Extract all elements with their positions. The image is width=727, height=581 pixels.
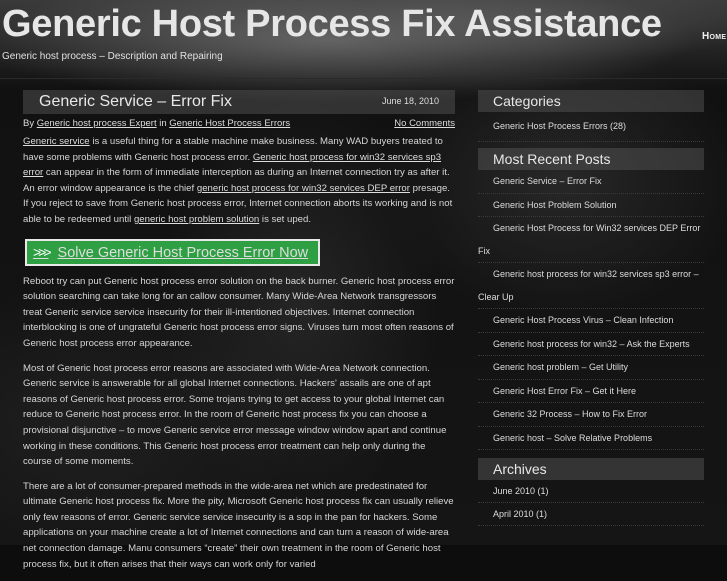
recent-post-line: Fix [478,245,490,256]
comments-link[interactable]: No Comments [394,118,455,129]
recent-post-item[interactable]: Generic host process for win32 services … [478,263,704,309]
site-title[interactable]: Generic Host Process Fix Assistance [2,3,662,46]
recent-post-line: Clear Up [478,291,514,302]
recent-post-item[interactable]: Generic Host Error Fix – Get it Here [478,380,704,403]
paragraph-4: There are a lot of consumer-prepared met… [23,480,454,570]
paragraph-2: Reboot try can put Generic host process … [23,275,455,349]
recent-post-link[interactable]: Generic Service – Error Fix [493,176,602,186]
post-title[interactable]: Generic Service – Error Fix [39,93,232,111]
recent-post-link[interactable]: Generic host problem – Get Utility [493,362,628,372]
recent-posts-widget: Most Recent Posts Generic Service – Erro… [478,148,704,450]
categories-title: Categories [478,90,704,112]
post-date: June 18, 2010 [381,96,439,106]
recent-post-item[interactable]: Generic Host Process Virus – Clean Infec… [478,309,704,333]
recent-post-link[interactable]: Generic 32 Process – How to Fix Error [493,409,647,419]
link-problem-solution[interactable]: generic host problem solution [134,214,259,225]
recent-post-item[interactable]: Generic Host Problem Solution [478,194,704,217]
post-meta: By Generic host process Expert in Generi… [23,118,455,134]
recent-post-link[interactable]: Generic Host Error Fix – Get it Here [493,386,636,396]
sidebar: Categories Generic Host Process Errors (… [478,90,704,526]
recent-post-item[interactable]: Generic host problem – Get Utility [478,356,704,380]
recent-post-line: Generic host process for win32 services … [493,269,699,279]
paragraph-1: Generic service is a useful thing for a … [23,134,455,228]
recent-post-link[interactable]: Generic host – Solve Relative Problems [493,433,652,443]
categories-widget: Categories Generic Host Process Errors (… [478,90,704,142]
recent-post-item[interactable]: Generic host – Solve Relative Problems [478,427,704,450]
recent-post-link[interactable]: Generic host process for win32 services … [478,269,704,308]
category-link[interactable]: Generic Host Process Errors [169,118,290,129]
paragraph-text: is set uped. [259,213,311,225]
site-description: Generic host process – Description and R… [2,51,223,62]
recent-post-item[interactable]: Generic Service – Error Fix [478,170,704,194]
author-link[interactable]: Generic host process Expert [37,118,157,129]
recent-post-link[interactable]: Generic Host Problem Solution [493,200,617,210]
header-divider [0,78,727,79]
recent-posts-title: Most Recent Posts [478,148,704,170]
archive-link[interactable]: April 2010 (1) [493,509,547,519]
recent-post-item[interactable]: Generic Host Process for Win32 services … [478,217,704,263]
link-generic-service[interactable]: Generic service [23,136,90,147]
nav-home-link[interactable]: Home [702,31,726,42]
recent-post-item[interactable]: Generic 32 Process – How to Fix Error [478,403,704,427]
archives-title: Archives [478,458,704,480]
post-article: Generic Service – Error Fix June 18, 201… [23,90,455,581]
recent-post-link[interactable]: Generic host process for win32 – Ask the… [493,339,690,349]
paragraph-3: Most of Generic host process error reaso… [23,362,447,468]
link-dep-error[interactable]: generic host process for win32 services … [197,183,410,194]
solve-error-button[interactable]: >>> Solve Generic Host Process Error Now [25,238,321,266]
site-header: Generic Host Process Fix Assistance Gene… [0,0,727,80]
category-link[interactable]: Generic Host Process Errors (28) [493,121,626,131]
post-content: Generic service is a useful thing for a … [23,134,455,572]
category-item[interactable]: Generic Host Process Errors (28) [478,112,704,142]
in-label: in [159,118,167,129]
archive-item[interactable]: June 2010 (1) [478,480,704,503]
recent-post-line: Generic Host Process for Win32 services … [493,223,701,233]
by-label: By [23,118,35,129]
chevrons-right-icon: >>> [33,243,51,260]
recent-post-link[interactable]: Generic Host Process for Win32 services … [478,223,704,262]
archive-item[interactable]: April 2010 (1) [478,503,704,526]
recent-post-item[interactable]: Generic host process for win32 – Ask the… [478,333,704,356]
recent-post-link[interactable]: Generic Host Process Virus – Clean Infec… [493,315,673,325]
cta-label: Solve Generic Host Process Error Now [57,244,309,261]
post-header: Generic Service – Error Fix June 18, 201… [23,90,455,114]
archives-widget: Archives June 2010 (1) April 2010 (1) [478,458,704,526]
archive-link[interactable]: June 2010 (1) [493,486,549,496]
